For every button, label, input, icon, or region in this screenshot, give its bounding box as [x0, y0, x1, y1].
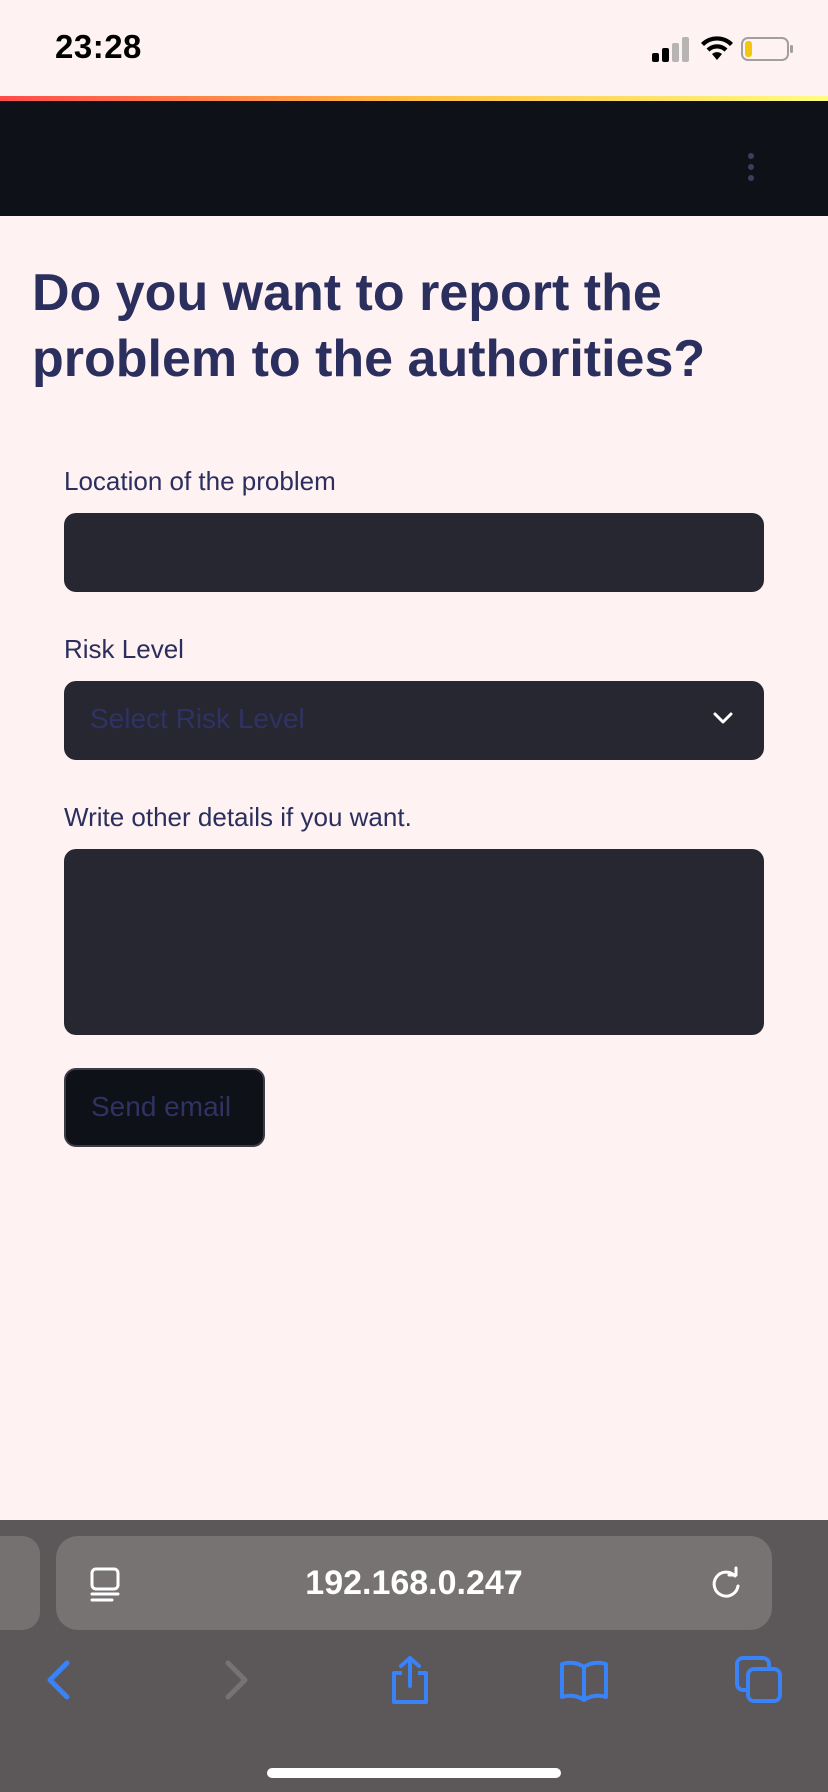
status-bar: 23:28	[0, 0, 828, 96]
home-indicator	[267, 1768, 561, 1778]
cellular-signal-icon	[652, 36, 690, 62]
risk-level-select[interactable]: Select Risk Level	[64, 681, 764, 760]
location-input[interactable]	[64, 513, 764, 592]
vertical-dots-icon[interactable]	[746, 153, 756, 183]
status-time: 23:28	[55, 28, 142, 65]
browser-toolbar: 192.168.0.247	[0, 1520, 828, 1792]
wifi-icon	[701, 36, 733, 60]
chevron-down-icon	[713, 712, 733, 724]
page-title: Do you want to report the problem to the…	[32, 264, 706, 388]
app-header	[0, 101, 828, 216]
previous-tab-preview[interactable]	[0, 1536, 40, 1630]
forward-icon[interactable]	[211, 1655, 261, 1705]
bookmarks-icon[interactable]	[559, 1655, 609, 1705]
tabs-icon[interactable]	[734, 1655, 784, 1705]
address-text: 192.168.0.247	[305, 1564, 523, 1602]
details-label: Write other details if you want.	[64, 802, 412, 832]
share-icon[interactable]	[385, 1655, 435, 1705]
risk-level-label: Risk Level	[64, 634, 184, 664]
address-bar[interactable]: 192.168.0.247	[56, 1536, 772, 1630]
location-label: Location of the problem	[64, 466, 336, 496]
reload-icon[interactable]	[708, 1566, 744, 1602]
risk-level-placeholder: Select Risk Level	[90, 703, 305, 734]
screen: 23:28 Do you want to report the problem …	[0, 0, 828, 1792]
send-email-label: Send email	[91, 1091, 232, 1122]
send-email-button[interactable]: Send email	[64, 1068, 265, 1147]
details-textarea[interactable]	[64, 849, 764, 1035]
back-icon[interactable]	[34, 1655, 84, 1705]
battery-icon	[741, 37, 793, 61]
